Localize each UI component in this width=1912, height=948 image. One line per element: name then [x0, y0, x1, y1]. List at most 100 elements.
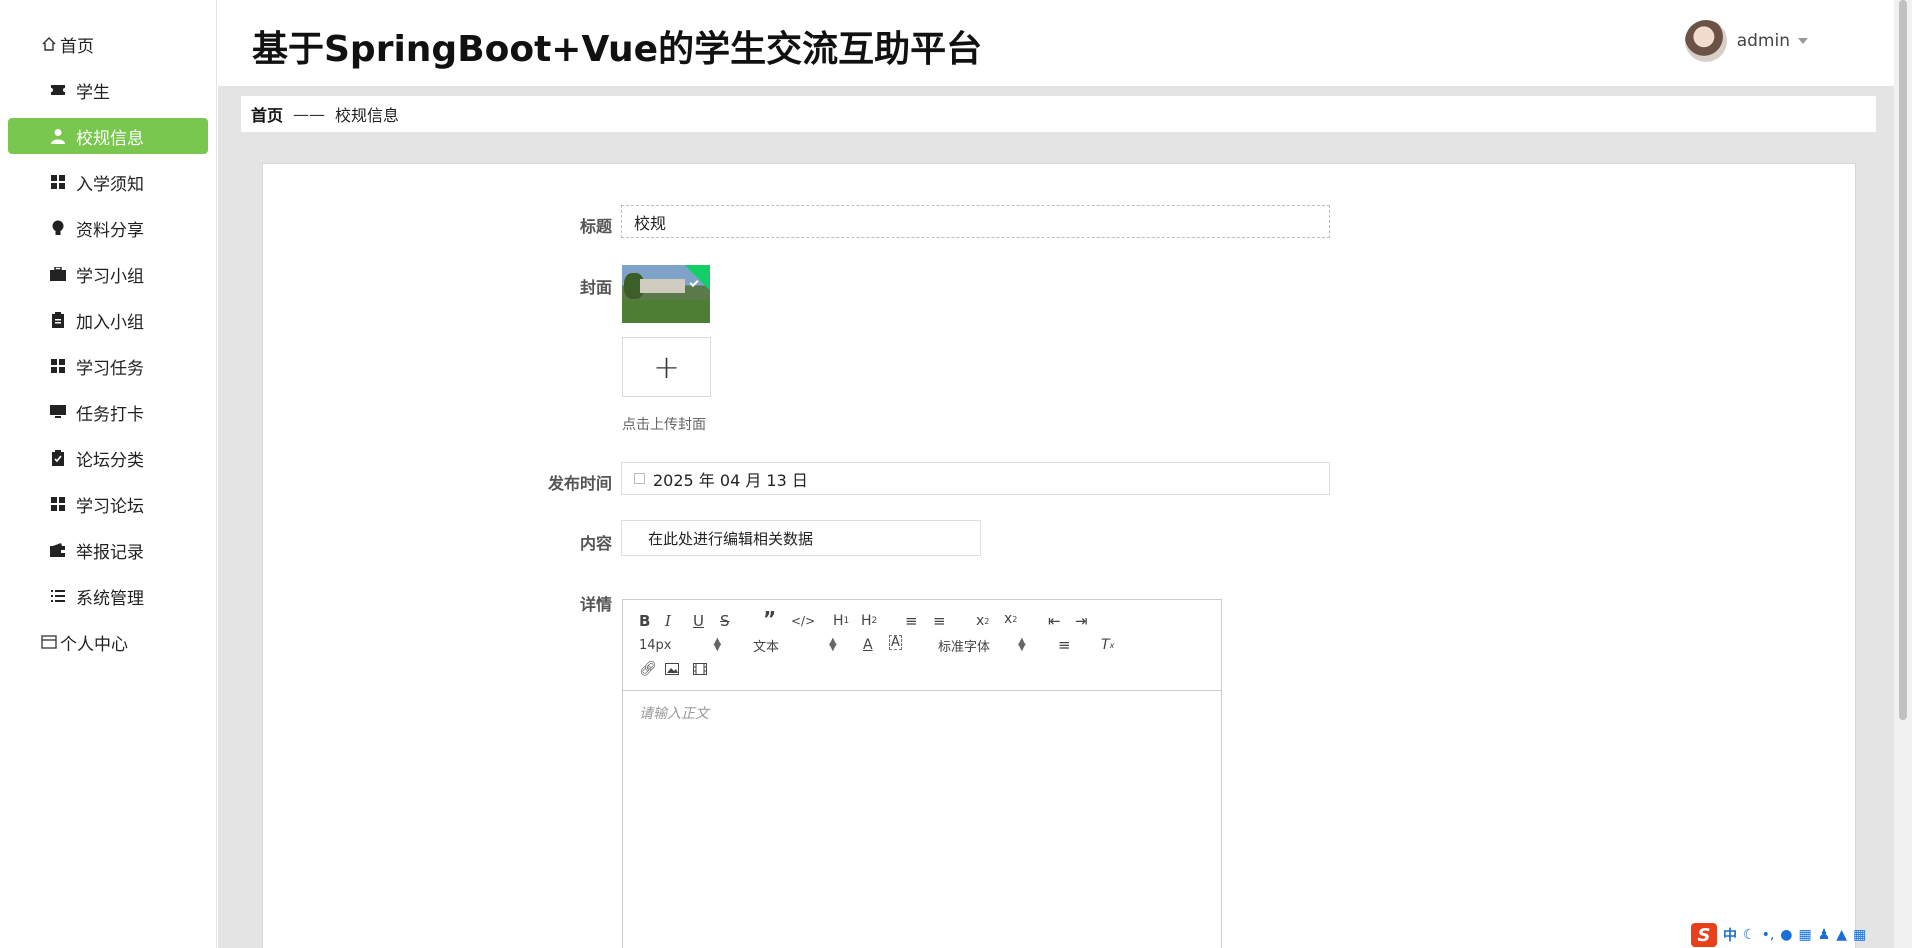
sidebar-item-label: 学生 — [76, 82, 110, 103]
app-title: 基于SpringBoot+Vue的学生交流互助平台 — [252, 29, 983, 70]
text-style-value: 文本 — [753, 639, 780, 655]
font-size-select[interactable]: 14px ▲ ▼ — [639, 635, 721, 655]
moon-icon[interactable]: ☾ — [1743, 927, 1756, 943]
breadcrumb: 首页 —— 校规信息 — [241, 96, 1876, 132]
strikethrough-icon[interactable]: S — [720, 611, 730, 631]
superscript-icon[interactable]: x2 — [1004, 609, 1017, 629]
user-name: admin — [1736, 31, 1790, 51]
sidebar-item-personal-center[interactable]: 个人中心 — [8, 624, 208, 660]
sidebar-item-label: 任务打卡 — [76, 404, 144, 425]
detail-label: 详情 — [579, 595, 612, 614]
subscript-icon[interactable]: x2 — [976, 611, 989, 631]
grid-icon — [50, 358, 66, 374]
avatar — [1684, 20, 1727, 62]
outdent-icon[interactable]: ⇤ — [1048, 611, 1061, 631]
background-color-icon[interactable]: A — [889, 635, 902, 650]
keyboard-icon[interactable]: ▦ — [1799, 927, 1812, 943]
sidebar-item-admission-notice[interactable]: 入学须知 — [8, 164, 208, 200]
grid-icon — [50, 174, 66, 190]
user-menu[interactable]: admin — [1684, 20, 1808, 62]
font-family-select[interactable]: 标准字体 ▲ ▼ — [938, 635, 1026, 655]
sidebar-item-resource-sharing[interactable]: 资料分享 — [8, 210, 208, 246]
underline-icon[interactable]: U — [693, 611, 704, 631]
bulb-icon — [50, 220, 66, 236]
sidebar-item-school-rules[interactable]: 校规信息 — [8, 118, 208, 154]
sidebar-item-label: 论坛分类 — [76, 450, 144, 471]
sidebar-item-label: 资料分享 — [76, 220, 144, 241]
sidebar-item-study-forum[interactable]: 学习论坛 — [8, 486, 208, 522]
breadcrumb-home[interactable]: 首页 — [251, 102, 283, 126]
cover-thumbnail[interactable] — [622, 265, 710, 323]
sidebar-item-study-group[interactable]: 学习小组 — [8, 256, 208, 292]
font-size-value: 14px — [639, 637, 672, 653]
align-icon[interactable]: ≡ — [1058, 635, 1071, 655]
cover-label: 封面 — [579, 278, 612, 297]
sidebar-item-label: 校规信息 — [76, 128, 144, 149]
sidebar-item-label: 举报记录 — [76, 542, 144, 563]
title-input-value: 校规 — [634, 213, 667, 233]
punctuation-icon[interactable]: •, — [1762, 927, 1775, 943]
page-scrollbar[interactable] — [1894, 0, 1912, 948]
publish-date-value: 2025 年 04 月 13 日 — [653, 470, 808, 490]
sidebar-item-label: 首页 — [60, 36, 94, 57]
bold-icon[interactable]: B — [639, 611, 650, 631]
heading2-icon[interactable]: H2 — [861, 611, 877, 631]
sidebar-item-label: 个人中心 — [60, 634, 128, 655]
content-label: 内容 — [579, 534, 612, 553]
title-input[interactable]: 校规 — [621, 205, 1330, 238]
sidebar-item-task-checkin[interactable]: 任务打卡 — [8, 394, 208, 430]
clear-format-icon[interactable]: Tx — [1101, 635, 1114, 655]
content-textarea[interactable]: 在此处进行编辑相关数据 — [621, 520, 981, 556]
sidebar-item-label: 入学须知 — [76, 174, 144, 195]
upload-success-badge — [684, 265, 710, 291]
ordered-list-icon[interactable]: ≡ — [905, 611, 918, 631]
select-arrows-icon: ▲ ▼ — [1018, 636, 1026, 653]
apps-grid-icon[interactable]: ▦ — [1853, 927, 1866, 943]
card-icon — [41, 634, 57, 650]
scrollbar-thumb[interactable] — [1899, 0, 1907, 720]
ticket-icon — [50, 82, 66, 98]
select-arrows-icon: ▲ ▼ — [713, 636, 722, 653]
sogou-logo-icon[interactable]: S — [1691, 923, 1717, 947]
microphone-icon[interactable]: ● — [1780, 927, 1792, 943]
video-icon[interactable] — [693, 659, 707, 679]
user-icon[interactable]: ♟ — [1818, 927, 1831, 943]
image-icon[interactable] — [665, 659, 679, 679]
home-icon — [41, 36, 57, 52]
sidebar-item-join-group[interactable]: 加入小组 — [8, 302, 208, 338]
font-family-value: 标准字体 — [938, 639, 991, 655]
sidebar-item-study-tasks[interactable]: 学习任务 — [8, 348, 208, 384]
shirt-icon[interactable]: ▲ — [1836, 927, 1847, 943]
monitor-icon — [50, 404, 66, 420]
ime-toolbar: S 中 ☾ •, ● ▦ ♟ ▲ ▦ — [1691, 922, 1912, 948]
sidebar-item-report-records[interactable]: 举报记录 — [8, 532, 208, 568]
publish-date-picker[interactable]: 2025 年 04 月 13 日 — [621, 462, 1330, 495]
sidebar-item-system-management[interactable]: 系统管理 — [8, 578, 208, 614]
breadcrumb-separator: —— — [293, 104, 326, 124]
sidebar-item-students[interactable]: 学生 — [8, 72, 208, 108]
sidebar-item-forum-category[interactable]: 论坛分类 — [8, 440, 208, 476]
check-icon — [689, 277, 699, 288]
sidebar-item-home[interactable]: 首页 — [8, 26, 208, 62]
editor-toolbar: B I U S ” </> H1 H2 ≡ ≡ x2 x2 ⇤ ⇥ 14px ▲… — [623, 600, 1221, 691]
editor-body[interactable]: 请输入正文 — [623, 691, 1221, 735]
link-icon[interactable]: 🔗︎ — [639, 659, 657, 679]
checklist-icon — [50, 450, 66, 466]
bullet-list-icon[interactable]: ≡ — [933, 611, 946, 631]
sidebar-item-label: 学习任务 — [76, 358, 144, 379]
caret-down-icon — [1798, 38, 1808, 44]
italic-icon[interactable]: I — [665, 611, 671, 631]
code-block-icon[interactable]: </> — [791, 611, 815, 631]
sidebar: 首页 学生 校规信息 入学须知 资料分享 学习小组 加入小组 学习任务 任务打卡… — [0, 0, 217, 948]
indent-icon[interactable]: ⇥ — [1075, 611, 1088, 631]
breadcrumb-current: 校规信息 — [335, 106, 400, 125]
upload-cover-button[interactable]: + — [622, 337, 711, 397]
heading1-icon[interactable]: H1 — [833, 611, 849, 631]
list-icon — [50, 588, 66, 604]
ime-mode[interactable]: 中 — [1723, 925, 1737, 945]
font-color-icon[interactable]: A — [863, 635, 873, 655]
select-arrows-icon: ▲ ▼ — [829, 636, 837, 653]
text-style-select[interactable]: 文本 ▲ ▼ — [753, 635, 837, 655]
upload-hint: 点击上传封面 — [622, 417, 706, 433]
blockquote-icon[interactable]: ” — [763, 607, 776, 631]
